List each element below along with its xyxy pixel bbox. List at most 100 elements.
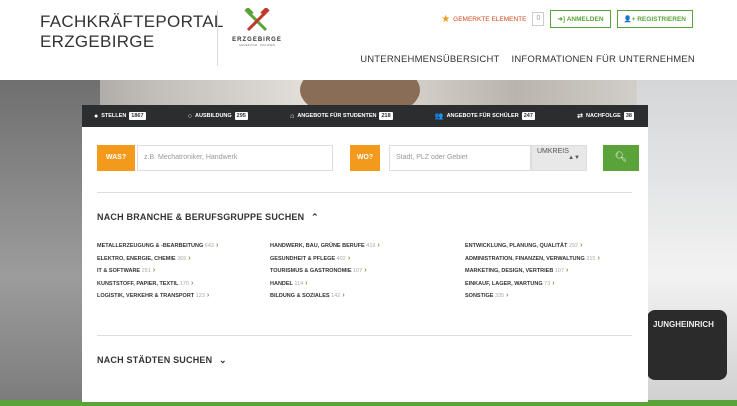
nav-info-for-companies[interactable]: INFORMATIONEN FÜR UNTERNEHMEN — [512, 54, 695, 65]
register-button[interactable]: 👤+ REGISTRIEREN — [616, 10, 693, 28]
chevron-down-icon: ⌄ — [219, 355, 227, 365]
category-name: ELEKTRO, ENERGIE, CHEMIE — [97, 255, 176, 262]
tab-stellen[interactable]: ● STELLEN 1867 — [94, 112, 146, 120]
category-count: 107 — [353, 268, 363, 274]
nav-companies-overview[interactable]: UNTERNEHMENSÜBERSICHT — [360, 54, 499, 65]
search-icon: 🔍︎ — [614, 152, 628, 163]
search-form: WAS? z.B. Mechatroniker, Handwerk WO? St… — [97, 145, 639, 171]
category-link[interactable]: HANDWERK, BAU, GRÜNE BERUFE 419 › — [270, 240, 380, 253]
tab-count: 247 — [521, 112, 535, 120]
chevron-right-icon: › — [597, 254, 600, 262]
chevron-right-icon: › — [191, 279, 194, 287]
category-name: EINKAUF, LAGER, WARTUNG — [465, 280, 543, 287]
category-name: HANDWERK, BAU, GRÜNE BERUFE — [270, 243, 365, 249]
category-count: 419 — [366, 243, 376, 249]
tab-label: ANGEBOTE FÜR STUDENTEN — [297, 113, 377, 119]
category-link[interactable]: KUNSTSTOFF, PAPIER, TEXTIL 170 › — [97, 278, 218, 291]
chevron-right-icon: › — [566, 267, 569, 274]
radius-select[interactable]: UMKREIS ▲▼ — [531, 145, 587, 171]
chevron-right-icon: › — [506, 292, 509, 299]
brand-line-1: FACHKRÄFTEPORTAL — [40, 12, 224, 31]
login-label: ANMELDEN — [566, 16, 604, 23]
category-link[interactable]: GESUNDHEIT & PFLEGE 402 › — [270, 253, 380, 266]
tab-count: 295 — [234, 112, 248, 120]
login-icon: ➜] — [557, 16, 566, 23]
site-brand[interactable]: FACHKRÄFTEPORTAL ERZGEBIRGE — [40, 12, 224, 52]
chevron-up-icon: ⌃ — [311, 212, 319, 222]
chevron-right-icon: › — [552, 279, 555, 287]
category-column-1: METALLERZEUGUNG & -BEARBEITUNG 643 › ELEK… — [97, 240, 218, 303]
what-label: WAS? — [97, 145, 135, 171]
chevron-right-icon: › — [347, 254, 351, 262]
chevron-right-icon: › — [206, 292, 210, 299]
crossed-hammers-icon — [244, 8, 270, 32]
tab-ausbildung[interactable]: ○ AUSBILDUNG 295 — [188, 112, 248, 120]
search-button[interactable]: 🔍︎ — [603, 145, 639, 171]
header-divider — [217, 10, 218, 66]
category-link[interactable]: IT & SOFTWARE 251 › — [97, 265, 218, 278]
branch-section-toggle[interactable]: NACH BRANCHE & BERUFSGRUPPE SUCHEN ⌃ — [97, 212, 319, 223]
category-count: 402 — [336, 255, 346, 262]
login-button[interactable]: ➜] ANMELDEN — [550, 10, 611, 28]
category-name: HANDEL — [270, 280, 293, 287]
tab-studenten[interactable]: ⌂ ANGEBOTE FÜR STUDENTEN 218 — [290, 112, 393, 120]
watchlist-link[interactable]: ★ GEMERKTE ELEMENTE 0 — [441, 12, 545, 26]
divider — [97, 335, 632, 336]
category-link[interactable]: LOGISTIK, VERKEHR & TRANSPORT 123 › — [97, 290, 218, 303]
tab-label: STELLEN — [101, 113, 127, 119]
category-count: 251 — [141, 268, 151, 274]
category-column-3: ENTWICKLUNG, PLANUNG, QUALITÄT 292 › ADMI… — [465, 240, 600, 303]
tab-nachfolge[interactable]: ⇄ NACHFOLGE 38 — [577, 112, 634, 120]
category-count: 335 — [494, 293, 505, 299]
category-link[interactable]: MARKETING, DESIGN, VERTRIEB 107 › — [465, 265, 600, 278]
select-arrows-icon: ▲▼ — [568, 155, 580, 161]
category-name: BILDUNG & SOZIALES — [270, 293, 330, 299]
category-name: SONSTIGE — [465, 293, 494, 299]
category-link[interactable]: ADMINISTRATION, FINANZEN, VERWALTUNG 215… — [465, 253, 600, 266]
category-count: 292 — [568, 243, 579, 249]
category-link[interactable]: BILDUNG & SOZIALES 142 › — [270, 290, 380, 303]
tab-schueler[interactable]: 👥 ANGEBOTE FÜR SCHÜLER 247 — [435, 112, 535, 120]
category-link[interactable]: ELEKTRO, ENERGIE, CHEMIE 365 › — [97, 253, 218, 266]
category-name: GESUNDHEIT & PFLEGE — [270, 255, 336, 262]
chevron-right-icon: › — [215, 242, 219, 249]
tab-count: 1867 — [129, 112, 146, 120]
search-panel: ● STELLEN 1867 ○ AUSBILDUNG 295 ⌂ ANGEBO… — [82, 105, 648, 402]
what-input[interactable]: z.B. Mechatroniker, Handwerk — [137, 145, 333, 171]
header-topbar: ★ GEMERKTE ELEMENTE 0 ➜] ANMELDEN 👤+ REG… — [441, 10, 693, 28]
category-count: 170 — [179, 280, 190, 287]
tab-label: ANGEBOTE FÜR SCHÜLER — [446, 113, 519, 119]
category-link[interactable]: METALLERZEUGUNG & -BEARBEITUNG 643 › — [97, 240, 218, 253]
category-link[interactable]: TOURISMUS & GASTRONOMIE 107 › — [270, 265, 380, 278]
erzgebirge-logo[interactable]: ERZGEBIRGE GEMEINSAM · WACHSEN — [226, 8, 288, 60]
users-icon: 👥 — [434, 113, 444, 120]
category-name: LOGISTIK, VERKEHR & TRANSPORT — [97, 293, 195, 299]
graduation-icon: ⌂ — [290, 112, 295, 120]
where-input[interactable]: Stadt, PLZ oder Gebiet — [389, 145, 531, 171]
hero-machine-label: JUNGHEINRICH — [653, 320, 714, 329]
cities-section-title: NACH STÄDTEN SUCHEN — [97, 355, 213, 365]
tab-label: AUSBILDUNG — [195, 113, 232, 119]
watchlist-count: 0 — [532, 12, 545, 26]
category-link[interactable]: ENTWICKLUNG, PLANUNG, QUALITÄT 292 › — [465, 240, 600, 253]
category-count: 123 — [195, 293, 205, 299]
category-name: IT & SOFTWARE — [97, 268, 141, 274]
tab-count: 218 — [379, 112, 393, 120]
category-count: 114 — [294, 280, 304, 287]
watchlist-label: GEMERKTE ELEMENTE — [453, 15, 527, 23]
cities-section-toggle[interactable]: NACH STÄDTEN SUCHEN ⌄ — [97, 355, 227, 366]
hero-machine: JUNGHEINRICH — [647, 310, 727, 380]
category-link[interactable]: SONSTIGE 335 › — [465, 290, 600, 303]
category-count: 73 — [544, 280, 551, 287]
category-name: METALLERZEUGUNG & -BEARBEITUNG — [97, 243, 204, 249]
main-nav: UNTERNEHMENSÜBERSICHT INFORMATIONEN FÜR … — [360, 54, 695, 65]
category-link[interactable]: HANDEL 114 › — [270, 278, 380, 291]
register-label: REGISTRIEREN — [637, 16, 686, 23]
chevron-right-icon: › — [152, 267, 156, 274]
chevron-right-icon: › — [188, 254, 191, 262]
chevron-right-icon: › — [377, 242, 380, 249]
category-name: KUNSTSTOFF, PAPIER, TEXTIL — [97, 280, 179, 287]
category-link[interactable]: EINKAUF, LAGER, WARTUNG 73 › — [465, 278, 600, 291]
radio-empty-icon: ○ — [187, 112, 192, 120]
logo-tagline: GEMEINSAM · WACHSEN — [238, 43, 276, 47]
